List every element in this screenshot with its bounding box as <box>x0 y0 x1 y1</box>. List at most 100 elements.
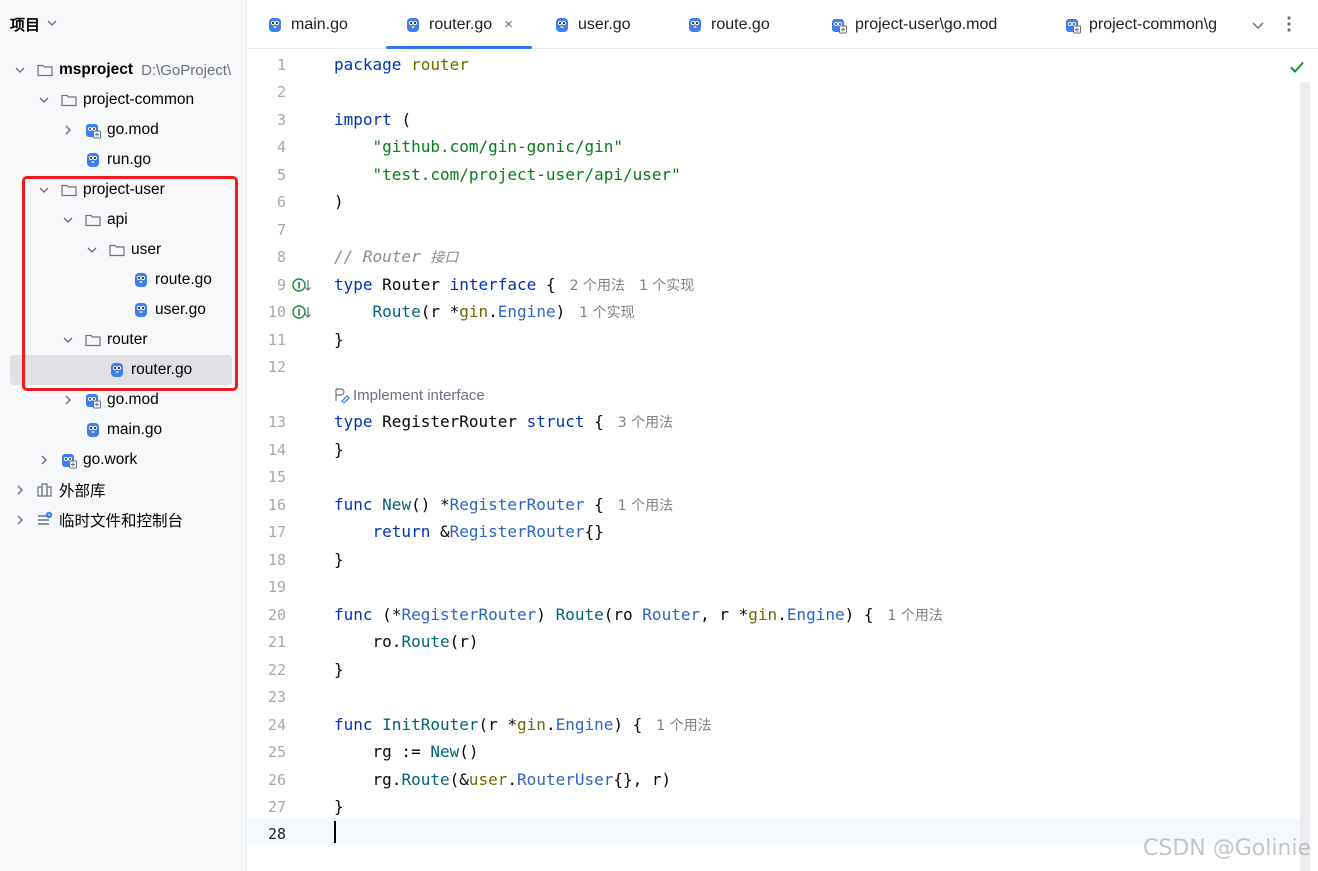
keyword: func <box>334 605 373 624</box>
tab-project-user-go-mod[interactable]: project-user\go.mod <box>830 0 997 49</box>
punctuation: {} <box>584 522 604 541</box>
go-file-icon <box>108 361 126 379</box>
tree-item-project-user[interactable]: project-user <box>0 175 247 205</box>
folder-icon <box>60 181 78 199</box>
implemented-method-icon[interactable]: I <box>292 303 312 321</box>
tree-item-go-work[interactable]: go.work <box>0 445 247 475</box>
code-editor[interactable]: 1 2 3 4 5 6 7 8 9 10 11 12 13 14 15 16 1… <box>248 50 1318 871</box>
tree-item-go-mod[interactable]: go.mod <box>0 115 247 145</box>
code-line: ro.Route(r) <box>334 630 479 654</box>
code-line: } <box>334 658 344 682</box>
line-number: 20 <box>267 606 286 624</box>
tree-item-external-libraries[interactable]: 外部库 <box>0 475 247 505</box>
tree-item-label: 临时文件和控制台 <box>59 513 184 530</box>
usages-hint[interactable]: 1 个用法 <box>656 718 711 734</box>
tree-item-router[interactable]: router <box>0 325 247 355</box>
line-number: 26 <box>267 771 286 789</box>
package-name: gin <box>459 302 489 321</box>
usages-hint[interactable]: 1 个用法 <box>618 498 673 514</box>
go-mod-icon <box>830 16 848 34</box>
tree-item-run-go[interactable]: run.go <box>0 145 247 175</box>
line-number: 19 <box>267 578 286 596</box>
tab-user-go[interactable]: user.go <box>553 0 630 49</box>
implemented-interface-icon[interactable]: I <box>292 276 312 294</box>
punctuation: . <box>545 715 556 734</box>
tab-route-go[interactable]: route.go <box>686 0 770 49</box>
tree-item-user[interactable]: user <box>0 235 247 265</box>
implementations-hint[interactable]: 1 个实现 <box>639 278 694 294</box>
vertical-scrollbar[interactable] <box>1300 82 1310 871</box>
project-view-selector[interactable]: 项目 <box>10 13 58 35</box>
code-line: "test.com/project-user/api/user" <box>334 163 681 187</box>
tree-item-user-go[interactable]: user.go <box>0 295 247 325</box>
implement-icon <box>335 388 350 403</box>
line-number: 3 <box>276 111 286 129</box>
tree-item-go-mod[interactable]: go.mod <box>0 385 247 415</box>
chevron-down-icon[interactable] <box>84 242 100 258</box>
tree-item-route-go[interactable]: route.go <box>0 265 247 295</box>
tree-item-label: project-common <box>83 91 195 108</box>
tree-item-label: router <box>107 331 148 348</box>
chevron-down-icon[interactable] <box>60 332 76 348</box>
project-panel-title: 项目 <box>10 16 41 34</box>
code-area[interactable]: package router import ( "github.com/gin-… <box>334 50 1304 871</box>
folder-icon <box>84 331 102 349</box>
chevron-down-icon[interactable] <box>12 62 28 78</box>
tab-label: project-user\go.mod <box>855 15 998 33</box>
tree-item-api[interactable]: api <box>0 205 247 235</box>
line-number: 13 <box>267 413 286 431</box>
punctuation: {}, r) <box>613 770 672 789</box>
chevron-down-icon[interactable] <box>60 212 76 228</box>
code-line: type RegisterRouter struct {3 个用法 <box>334 410 673 434</box>
comment: // Router <box>334 247 421 266</box>
scratches-icon <box>36 511 54 529</box>
go-file-icon <box>553 16 571 34</box>
punctuation: () <box>459 742 479 761</box>
line-number: 10 <box>267 303 286 321</box>
chevron-down-icon[interactable] <box>1248 15 1268 35</box>
chevron-right-icon[interactable] <box>60 122 76 138</box>
go-file-icon <box>84 151 102 169</box>
tree-item-msproject[interactable]: msproject D:\GoProject\ <box>0 55 247 85</box>
line-number: 27 <box>267 798 286 816</box>
tab-project-common-go-mod[interactable]: project-common\g <box>1064 0 1234 49</box>
chevron-down-icon[interactable] <box>36 182 52 198</box>
type-name: Router <box>642 605 701 624</box>
tree-item-label: 外部库 <box>59 483 106 500</box>
line-number: 12 <box>267 358 286 376</box>
tab-router-go[interactable]: router.go × <box>386 0 532 49</box>
keyword: return <box>372 522 431 541</box>
chevron-right-icon[interactable] <box>60 392 76 408</box>
punctuation: ) { <box>844 605 874 624</box>
chevron-right-icon[interactable] <box>36 452 52 468</box>
method-name: Route <box>555 605 604 624</box>
folder-icon <box>108 241 126 259</box>
punctuation: (r * <box>478 715 518 734</box>
usages-hint[interactable]: 3 个用法 <box>618 415 673 431</box>
tree-item-project-common[interactable]: project-common <box>0 85 247 115</box>
function-name: New <box>382 495 412 514</box>
tree-item-label: router.go <box>131 361 193 378</box>
implementations-hint[interactable]: 1 个实现 <box>579 305 634 321</box>
more-vertical-icon[interactable] <box>1279 12 1299 36</box>
type-name: RegisterRouter <box>382 412 518 431</box>
implement-interface-hint[interactable]: Implement interface <box>334 384 485 406</box>
folder-icon <box>36 61 54 79</box>
tree-item-main-go[interactable]: main.go <box>0 415 247 445</box>
punctuation: ) <box>536 605 546 624</box>
checkmark-icon[interactable] <box>1288 58 1306 76</box>
tree-item-router-go[interactable]: router.go <box>0 355 247 385</box>
close-icon[interactable]: × <box>504 16 513 33</box>
code-line: rg := New() <box>334 740 479 764</box>
tree-item-scratches-and-consoles[interactable]: 临时文件和控制台 <box>0 505 247 535</box>
implement-interface-label: Implement interface <box>353 386 485 404</box>
code-line: rg.Route(&user.RouterUser{}, r) <box>334 768 672 792</box>
chevron-right-icon[interactable] <box>12 512 28 528</box>
tab-main-go[interactable]: main.go <box>266 0 348 49</box>
chevron-down-icon[interactable] <box>36 92 52 108</box>
usages-hint[interactable]: 1 个用法 <box>888 608 943 624</box>
chevron-right-icon[interactable] <box>12 482 28 498</box>
usages-hint[interactable]: 2 个用法 <box>570 278 625 294</box>
line-number: 7 <box>276 221 286 239</box>
method-name: Route <box>372 302 421 321</box>
